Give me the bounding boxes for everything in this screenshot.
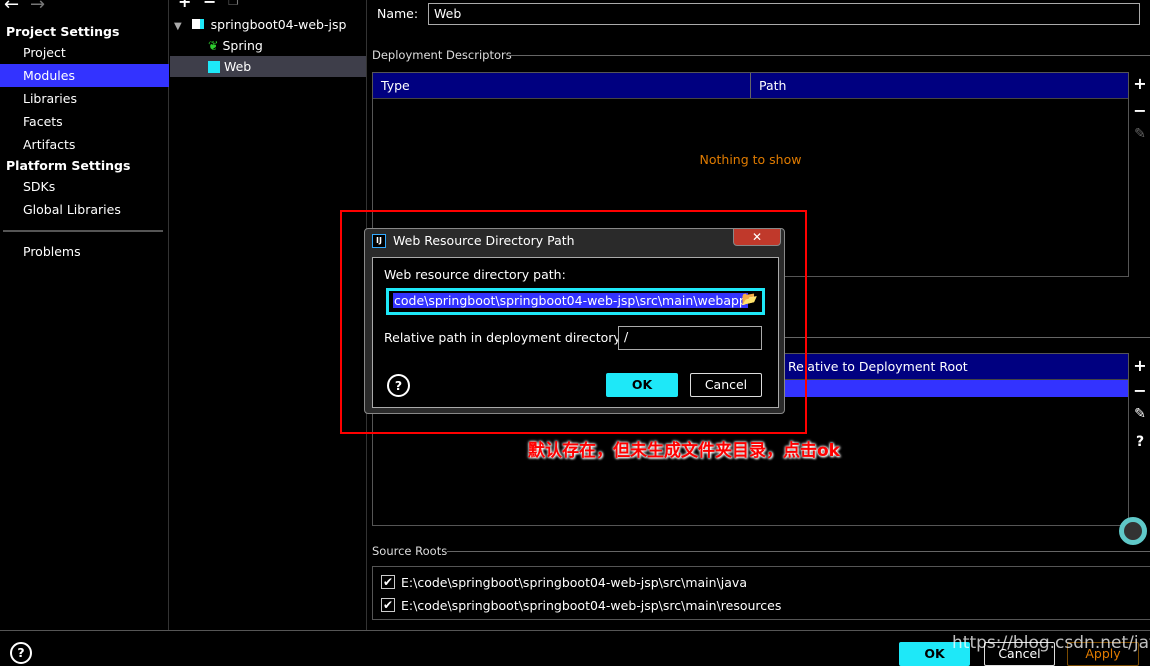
- intellij-logo-icon: IJ: [372, 234, 386, 248]
- relative-path-input[interactable]: /: [618, 326, 762, 350]
- dialog-cancel-button[interactable]: Cancel: [690, 373, 762, 397]
- tree-item-root[interactable]: ▼ springboot04-web-jsp: [174, 14, 346, 35]
- module-tree: + − ❐ ▼ springboot04-web-jsp ❦ Spring We…: [170, 0, 367, 630]
- section-project-settings: Project Settings: [6, 24, 120, 39]
- empty-message: Nothing to show: [699, 152, 802, 167]
- path-input-value: code\springboot\springboot04-web-jsp\src…: [393, 293, 748, 308]
- dialog-body: Web resource directory path: code\spring…: [372, 257, 779, 408]
- copy-icon[interactable]: ❐: [228, 0, 239, 8]
- tree-item-spring[interactable]: ❦ Spring: [208, 35, 263, 56]
- settings-sidebar: ← → Project Settings Project Modules Lib…: [0, 0, 169, 664]
- help-resource-icon[interactable]: ?: [1129, 434, 1150, 450]
- add-icon[interactable]: +: [178, 0, 191, 11]
- dialog-help-icon[interactable]: ?: [387, 374, 410, 397]
- source-root-checkbox[interactable]: ✔: [381, 598, 395, 612]
- path-label: Web resource directory path:: [384, 267, 566, 282]
- source-root-path: E:\code\springboot\springboot04-web-jsp\…: [401, 575, 747, 590]
- sidebar-item-facets[interactable]: Facets: [0, 110, 169, 133]
- sidebar-item-problems[interactable]: Problems: [0, 240, 169, 263]
- column-path[interactable]: Path: [751, 73, 786, 98]
- add-resource-icon[interactable]: +: [1129, 356, 1150, 375]
- annotation-text: 默认存在，但未生成文件夹目录，点击ok: [528, 441, 840, 461]
- tree-label: Spring: [222, 38, 263, 53]
- section-platform-settings: Platform Settings: [6, 158, 131, 173]
- tree-item-web[interactable]: Web: [170, 56, 366, 77]
- sidebar-item-global-libraries[interactable]: Global Libraries: [0, 198, 169, 221]
- web-resource-dialog: IJ Web Resource Directory Path ✕ Web res…: [364, 228, 785, 414]
- sidebar-item-libraries[interactable]: Libraries: [0, 87, 169, 110]
- forward-arrow-icon[interactable]: →: [30, 0, 45, 15]
- tree-root-label: springboot04-web-jsp: [210, 17, 347, 32]
- edit-descriptor-icon[interactable]: ✎: [1129, 126, 1150, 142]
- sidebar-item-sdks[interactable]: SDKs: [0, 175, 169, 198]
- source-root-path: E:\code\springboot\springboot04-web-jsp\…: [401, 598, 782, 613]
- collapse-triangle-icon[interactable]: ▼: [174, 21, 182, 32]
- deployment-descriptors-title: Deployment Descriptors: [372, 48, 512, 62]
- tree-label: Web: [223, 59, 252, 74]
- floating-assistant-icon[interactable]: [1119, 517, 1147, 545]
- sidebar-item-project[interactable]: Project: [0, 41, 169, 64]
- path-input[interactable]: code\springboot\springboot04-web-jsp\src…: [386, 288, 765, 315]
- remove-icon[interactable]: −: [203, 0, 216, 11]
- dialog-ok-button[interactable]: OK: [606, 373, 678, 397]
- remove-descriptor-icon[interactable]: −: [1129, 101, 1150, 120]
- spring-leaf-icon: ❦: [208, 38, 219, 53]
- close-button[interactable]: ✕: [733, 228, 781, 246]
- sidebar-item-modules[interactable]: Modules: [0, 64, 169, 87]
- edit-resource-icon[interactable]: ✎: [1129, 406, 1150, 422]
- help-icon[interactable]: ?: [10, 642, 32, 664]
- add-descriptor-icon[interactable]: +: [1129, 74, 1150, 93]
- back-arrow-icon[interactable]: ←: [4, 0, 19, 15]
- folder-open-icon[interactable]: 📂: [742, 292, 758, 307]
- module-folder-icon: [191, 19, 204, 29]
- source-roots-title: Source Roots: [372, 544, 448, 558]
- remove-resource-icon[interactable]: −: [1129, 381, 1150, 400]
- name-input[interactable]: Web: [428, 3, 1140, 25]
- watermark: https://blog.csdn.net/jatpen: [952, 633, 1150, 653]
- column-type[interactable]: Type: [373, 73, 751, 98]
- web-facet-icon: [208, 61, 220, 73]
- sidebar-item-artifacts[interactable]: Artifacts: [0, 133, 169, 156]
- divider: [3, 230, 163, 232]
- relative-path-label: Relative path in deployment directory:: [384, 330, 625, 345]
- name-label: Name:: [377, 6, 419, 21]
- source-root-checkbox[interactable]: ✔: [381, 575, 395, 589]
- dialog-title: Web Resource Directory Path: [393, 233, 575, 248]
